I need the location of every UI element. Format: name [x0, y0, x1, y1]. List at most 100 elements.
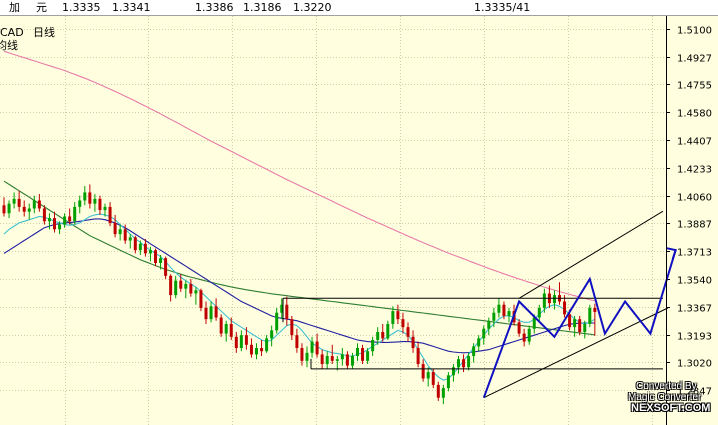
candle-body-bear	[290, 319, 294, 336]
candle-body-bear	[108, 206, 112, 223]
candle-body-bear	[98, 198, 102, 211]
price-chart[interactable]: 1.5100 1.4927 1.4755 1.4580 1.4407 1.4233 1.40…	[0, 0, 718, 425]
candle-body-bear	[214, 306, 218, 318]
candle-body-bull	[12, 198, 16, 204]
candle-body-bear	[285, 304, 289, 320]
candle-body-bull	[482, 328, 486, 339]
candle-body-bull	[73, 206, 77, 222]
candle-body-bear	[406, 327, 410, 337]
candle-body-bull	[93, 198, 97, 204]
candle-body-bull	[446, 375, 450, 389]
y-tick-label: 1.3887	[677, 220, 712, 231]
candle-body-bull	[138, 243, 142, 251]
candle-body-bear	[169, 275, 173, 296]
candle-body-bear	[462, 359, 466, 368]
header-open: 1.3335	[62, 1, 101, 14]
candle-body-bear	[578, 319, 582, 332]
candle-body-bull	[27, 208, 31, 212]
candle-body-bull	[7, 203, 11, 214]
period-label: 日线	[33, 26, 55, 39]
candle-body-bull	[366, 351, 370, 361]
candle-body-bear	[260, 348, 264, 352]
candle-body-bear	[517, 322, 521, 334]
y-tick-label: 1.4233	[677, 165, 712, 176]
symbol-label: CAD	[0, 26, 24, 39]
header-symbol-fragment-1: 加	[9, 1, 20, 14]
candle-body-bull	[118, 229, 122, 235]
candle-body-bear	[53, 218, 56, 230]
candle-body-bull	[340, 354, 344, 360]
candle-body-bear	[164, 258, 168, 276]
candle-body-bear	[229, 323, 233, 337]
watermark-line-1: Converted By	[636, 381, 697, 392]
candle-body-bear	[154, 250, 157, 264]
candle-body-bull	[83, 192, 87, 201]
header-low: 1.3186	[243, 1, 282, 14]
candle-body-bull	[32, 200, 36, 209]
candle-body-bear	[396, 311, 400, 320]
candle-body-bull	[194, 290, 198, 294]
candle-body-bull	[552, 295, 556, 304]
candle-body-bull	[441, 388, 445, 398]
header-bid-ask: 1.3335/41	[474, 1, 531, 14]
candle-body-bull	[209, 306, 213, 320]
candle-body-bull	[103, 206, 107, 211]
candle-body-bull	[376, 331, 380, 340]
candle-body-bear	[300, 348, 304, 361]
y-tick-label: 1.4407	[677, 137, 712, 148]
candle-body-bull	[477, 338, 481, 347]
candle-body-bull	[184, 283, 188, 289]
candle-body-bull	[507, 311, 511, 316]
candle-body-bull	[325, 356, 329, 365]
watermark-line-3: NEXSOFT.COM	[631, 402, 711, 414]
header-quote-2: 1.3341	[112, 1, 151, 14]
candle-body-bear	[320, 354, 324, 365]
candle-body-bull	[310, 341, 314, 353]
candle-body-bull	[305, 352, 309, 361]
candle-body-bear	[204, 307, 208, 320]
chart-background	[0, 0, 718, 425]
candle-body-bear	[416, 348, 420, 365]
candle-body-bear	[179, 280, 183, 289]
candle-body-bull	[275, 312, 279, 331]
candle-body-bear	[17, 198, 21, 207]
candle-body-bear	[249, 344, 253, 355]
candle-body-bear	[563, 301, 567, 315]
candle-body-bear	[2, 205, 6, 214]
candle-body-bear	[411, 336, 415, 349]
candle-body-bear	[42, 208, 46, 222]
candle-body-bear	[244, 335, 248, 345]
candle-body-bear	[133, 237, 137, 251]
candle-body-bull	[371, 339, 375, 352]
candle-body-bull	[426, 372, 430, 379]
candle-body-bull	[487, 320, 491, 329]
header-high: 1.3386	[195, 1, 234, 14]
candle-body-bull	[386, 323, 390, 339]
candle-body-bull	[128, 237, 132, 241]
y-tick-label: 1.4580	[677, 109, 712, 120]
candle-body-bull	[356, 348, 359, 357]
candle-body-bear	[295, 335, 299, 349]
candle-body-bear	[88, 192, 92, 204]
candle-body-bear	[361, 348, 365, 361]
candle-body-bear	[421, 364, 425, 379]
candle-body-bull	[542, 293, 546, 308]
candle-body-bear	[219, 317, 223, 334]
candle-body-bear	[522, 333, 526, 342]
candle-body-bull	[47, 218, 51, 222]
candle-body-bull	[58, 224, 62, 230]
candle-body-bear	[68, 216, 72, 222]
candle-body-bear	[22, 206, 26, 212]
candle-body-bear	[330, 356, 334, 361]
candle-body-bear	[345, 354, 349, 366]
y-tick-label: 1.4755	[677, 81, 712, 92]
header-symbol-fragment-2: 元	[36, 1, 47, 14]
candle-body-bear	[502, 304, 506, 316]
candle-body-bull	[467, 356, 471, 368]
candle-body-bear	[315, 341, 319, 355]
candle-body-bear	[37, 200, 41, 209]
candle-body-bull	[492, 312, 496, 321]
chart-window: 1.5100 1.4927 1.4755 1.4580 1.4407 1.4233 1.40…	[0, 0, 718, 425]
y-tick-label: 1.3713	[677, 248, 712, 259]
candle-body-bull	[270, 330, 274, 339]
